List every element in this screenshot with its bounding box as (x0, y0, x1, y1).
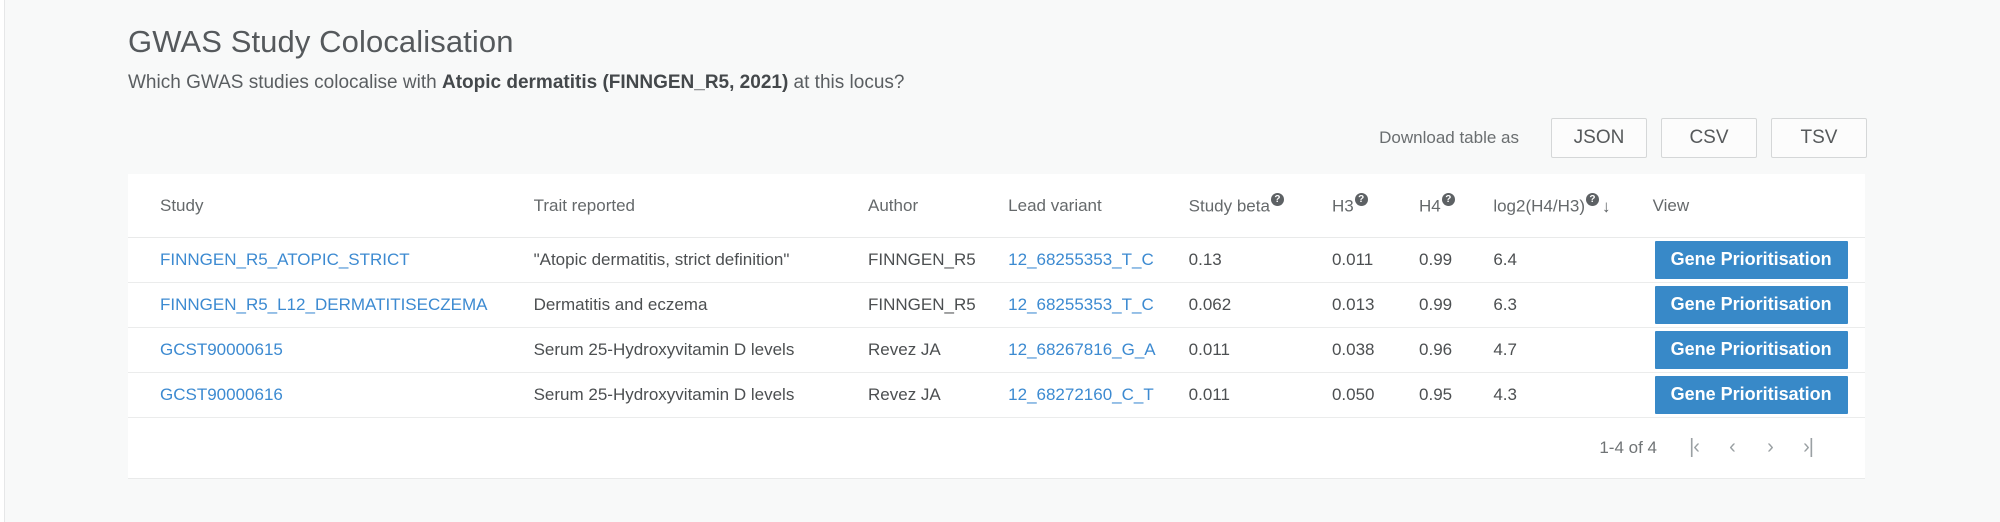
download-csv-button[interactable]: CSV (1661, 118, 1757, 158)
subtitle-study-name: Atopic dermatitis (FINNGEN_R5, 2021) (441, 72, 789, 93)
gene-prioritisation-button[interactable]: Gene Prioritisation (1654, 375, 1848, 414)
cell-trait-reported: Serum 25-Hydroxyvitamin D levels (533, 372, 869, 418)
cell-study: FINNGEN_R5_ATOPIC_STRICT (128, 237, 534, 283)
help-icon[interactable]: ? (1441, 193, 1455, 206)
content-area: GWAS Study Colocalisation Which GWAS stu… (128, 0, 1873, 479)
cell-log2-h4-h3: 4.7 (1493, 327, 1653, 373)
help-icon[interactable]: ? (1585, 193, 1599, 206)
cell-author: FINNGEN_R5 (868, 237, 1009, 283)
cell-lead-variant: 12_68255353_T_C (1008, 237, 1189, 283)
column-header-trait-reported-label: Trait reported (533, 196, 635, 216)
cell-h4: 0.96 (1419, 327, 1494, 373)
column-header-h3[interactable]: H3? (1331, 174, 1420, 238)
cell-author: FINNGEN_R5 (868, 282, 1009, 328)
cell-study-beta: 0.011 (1188, 327, 1332, 373)
study-link[interactable]: GCST90000615 (160, 340, 283, 359)
cell-view: Gene Prioritisation (1652, 327, 1865, 373)
cell-lead-variant: 12_68272160_C_T (1008, 372, 1189, 418)
column-header-study-label: Study (160, 196, 204, 216)
pagination-range-label: 1-4 of 4 (1599, 437, 1657, 457)
sort-descending-arrow-icon[interactable]: ↓ (1602, 197, 1611, 217)
column-header-h4[interactable]: H4? (1419, 174, 1494, 238)
cell-h4: 0.99 (1419, 237, 1494, 283)
cell-lead-variant: 12_68267816_G_A (1008, 327, 1189, 373)
last-page-button[interactable]: ›| (1789, 429, 1827, 467)
table-row: FINNGEN_R5_ATOPIC_STRICT "Atopic dermati… (128, 237, 1865, 283)
column-header-study-beta-label: Study beta (1188, 196, 1270, 216)
gene-prioritisation-button[interactable]: Gene Prioritisation (1654, 240, 1848, 279)
cell-study: FINNGEN_R5_L12_DERMATITISECZEMA (128, 282, 534, 328)
study-link[interactable]: GCST90000616 (160, 385, 283, 404)
lead-variant-link[interactable]: 12_68272160_C_T (1008, 385, 1154, 404)
page-subtitle: Which GWAS studies colocalise with Atopi… (128, 70, 1873, 96)
cell-trait-reported: Serum 25-Hydroxyvitamin D levels (533, 327, 869, 373)
cell-view: Gene Prioritisation (1652, 282, 1865, 328)
lead-variant-link[interactable]: 12_68255353_T_C (1008, 295, 1154, 314)
cell-h3: 0.038 (1331, 327, 1420, 373)
cell-h3: 0.011 (1331, 237, 1420, 283)
previous-page-button[interactable]: ‹ (1713, 429, 1751, 467)
gwas-colocalisation-page: GWAS Study Colocalisation Which GWAS stu… (0, 0, 2000, 522)
column-header-trait-reported[interactable]: Trait reported (533, 174, 869, 238)
column-header-lead-variant[interactable]: Lead variant (1008, 174, 1189, 238)
cell-h3: 0.050 (1331, 372, 1420, 418)
cell-study: GCST90000616 (128, 372, 534, 418)
download-tsv-button[interactable]: TSV (1771, 118, 1867, 158)
table-row: GCST90000616 Serum 25-Hydroxyvitamin D l… (128, 372, 1865, 418)
cell-author: Revez JA (868, 372, 1009, 418)
help-icon[interactable]: ? (1270, 193, 1284, 206)
cell-lead-variant: 12_68255353_T_C (1008, 282, 1189, 328)
cell-h4: 0.99 (1419, 282, 1494, 328)
column-header-h3-label: H3 (1331, 196, 1354, 216)
column-header-lead-variant-label: Lead variant (1008, 196, 1102, 216)
lead-variant-link[interactable]: 12_68255353_T_C (1008, 250, 1154, 269)
cell-author: Revez JA (868, 327, 1009, 373)
cell-log2-h4-h3: 6.4 (1493, 237, 1653, 283)
column-header-log2-h4-h3[interactable]: log2(H4/H3)? ↓ (1493, 174, 1653, 238)
cell-log2-h4-h3: 4.3 (1493, 372, 1653, 418)
study-link[interactable]: FINNGEN_R5_L12_DERMATITISECZEMA (160, 295, 487, 314)
cell-trait-reported: Dermatitis and eczema (533, 282, 869, 328)
table-row: GCST90000615 Serum 25-Hydroxyvitamin D l… (128, 327, 1865, 373)
lead-variant-link[interactable]: 12_68267816_G_A (1008, 340, 1155, 359)
cell-view: Gene Prioritisation (1652, 237, 1865, 283)
cell-study-beta: 0.13 (1188, 237, 1332, 283)
table-head: Study Trait reported Author Lead variant… (128, 174, 1865, 238)
cell-view: Gene Prioritisation (1652, 372, 1865, 418)
download-toolbar: Download table as JSON CSV TSV (128, 118, 1873, 158)
table-body: FINNGEN_R5_ATOPIC_STRICT "Atopic dermati… (128, 237, 1865, 418)
cell-h4: 0.95 (1419, 372, 1494, 418)
cell-trait-reported: "Atopic dermatitis, strict definition" (533, 237, 869, 283)
study-link[interactable]: FINNGEN_R5_ATOPIC_STRICT (160, 250, 410, 269)
column-header-author-label: Author (868, 196, 919, 216)
table-header-row: Study Trait reported Author Lead variant… (128, 174, 1865, 238)
column-header-h4-label: H4 (1419, 196, 1441, 216)
cell-study: GCST90000615 (128, 327, 534, 373)
colocalisation-table-card: Study Trait reported Author Lead variant… (128, 174, 1865, 479)
cell-study-beta: 0.011 (1188, 372, 1332, 418)
column-header-study-beta[interactable]: Study beta? (1188, 174, 1332, 238)
subtitle-suffix: at this locus? (788, 72, 905, 93)
colocalisation-table: Study Trait reported Author Lead variant… (128, 174, 1865, 418)
column-header-study[interactable]: Study (128, 174, 534, 238)
next-page-button[interactable]: › (1751, 429, 1789, 467)
column-header-log2-h4-h3-label: log2(H4/H3) (1493, 196, 1585, 216)
table-row: FINNGEN_R5_L12_DERMATITISECZEMA Dermatit… (128, 282, 1865, 328)
gene-prioritisation-button[interactable]: Gene Prioritisation (1654, 330, 1848, 369)
left-rail (0, 0, 5, 522)
table-pagination: 1-4 of 4 |‹ ‹ › ›| (128, 417, 1865, 478)
download-json-button[interactable]: JSON (1551, 118, 1647, 158)
gene-prioritisation-button[interactable]: Gene Prioritisation (1654, 285, 1848, 324)
help-icon[interactable]: ? (1354, 193, 1368, 206)
cell-log2-h4-h3: 6.3 (1493, 282, 1653, 328)
cell-study-beta: 0.062 (1188, 282, 1332, 328)
column-header-view-label: View (1652, 196, 1690, 216)
subtitle-prefix: Which GWAS studies colocalise with (128, 72, 442, 93)
first-page-button[interactable]: |‹ (1675, 429, 1713, 467)
column-header-author[interactable]: Author (868, 174, 1009, 238)
column-header-view: View (1652, 174, 1865, 238)
cell-h3: 0.013 (1331, 282, 1420, 328)
download-table-as-label: Download table as (1379, 128, 1519, 147)
page-title: GWAS Study Colocalisation (128, 24, 514, 59)
